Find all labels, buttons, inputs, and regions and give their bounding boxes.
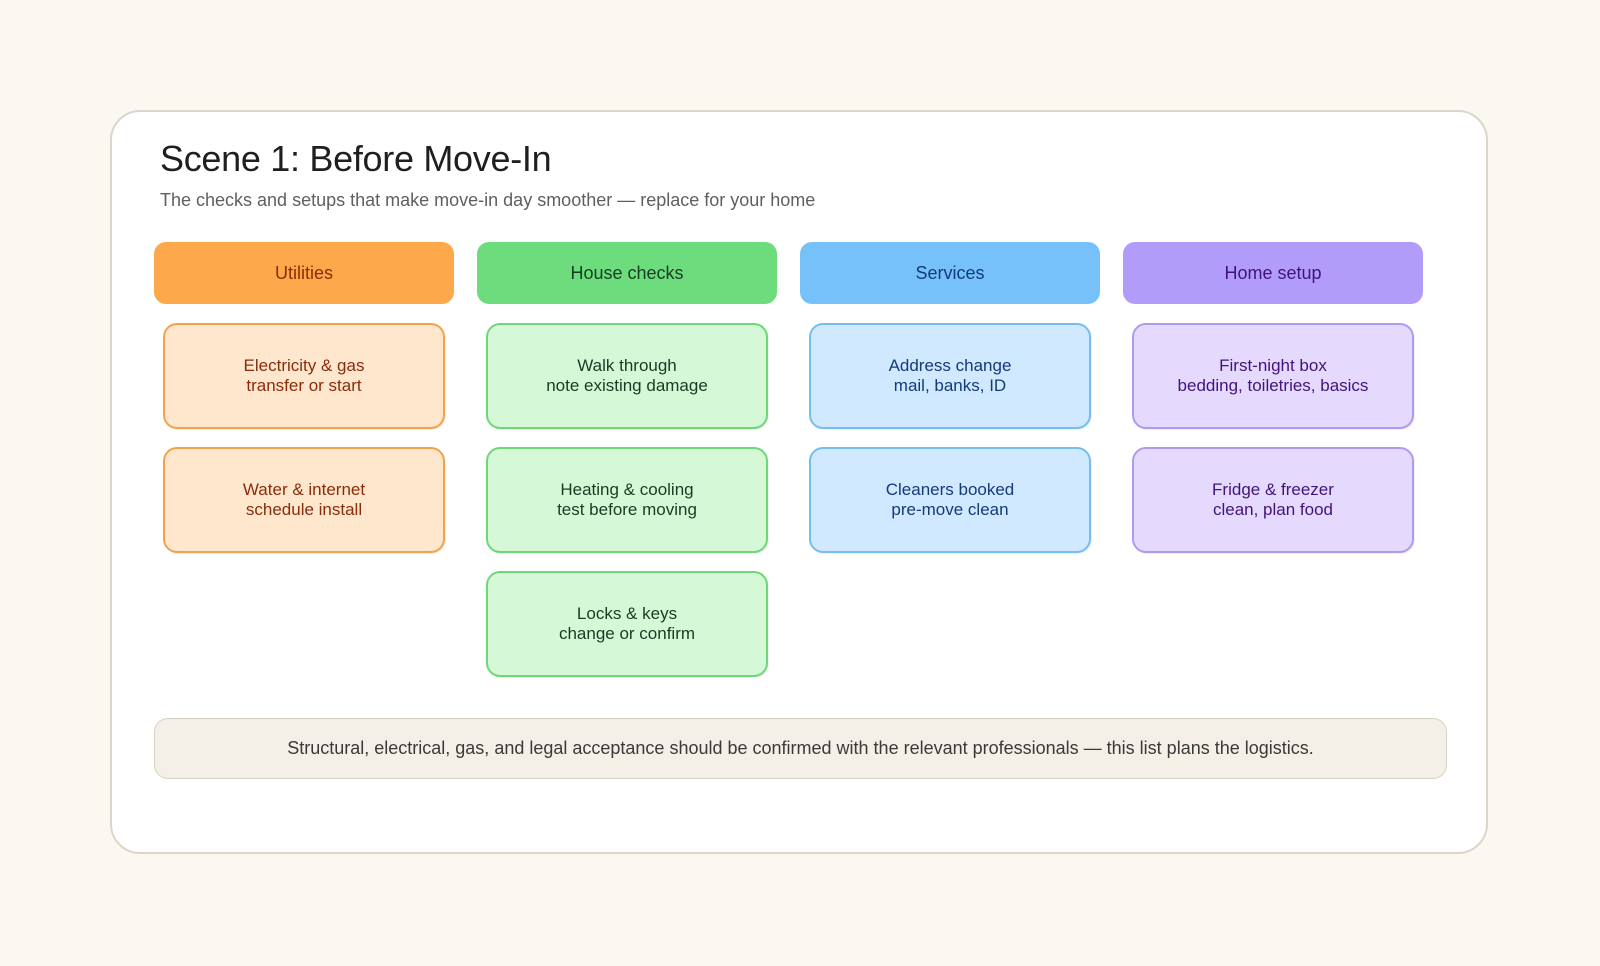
disclaimer-note: Structural, electrical, gas, and legal a…: [154, 718, 1447, 779]
card-water-internet: Water & internet schedule install: [163, 447, 445, 553]
card-electricity-gas: Electricity & gas transfer or start: [163, 323, 445, 429]
card-heating-cooling: Heating & cooling test before moving: [486, 447, 768, 553]
card-detail: mail, banks, ID: [893, 376, 1007, 395]
card-title: Locks & keys: [576, 604, 678, 623]
card-title: Water & internet: [242, 480, 366, 499]
card-detail: bedding, toiletries, basics: [1177, 376, 1369, 395]
card-title: Electricity & gas: [243, 356, 365, 375]
card-title: First-night box: [1219, 356, 1327, 375]
card-walk-through: Walk through note existing damage: [486, 323, 768, 429]
card-fridge-freezer: Fridge & freezer clean, plan food: [1132, 447, 1414, 553]
card-title: Address change: [888, 356, 1012, 375]
card-detail: pre-move clean: [891, 500, 1009, 519]
card-detail: note existing damage: [546, 376, 708, 395]
page-title: Scene 1: Before Move-In: [160, 138, 552, 179]
column-header-utilities: Utilities: [154, 242, 454, 304]
card-title: Heating & cooling: [560, 480, 694, 499]
card-title: Cleaners booked: [885, 480, 1015, 499]
card-first-night-box: First-night box bedding, toiletries, bas…: [1132, 323, 1414, 429]
card-title: Walk through: [577, 356, 677, 375]
card-detail: transfer or start: [246, 376, 362, 395]
card-address-change: Address change mail, banks, ID: [809, 323, 1091, 429]
page-subtitle: The checks and setups that make move-in …: [160, 190, 816, 210]
card-detail: clean, plan food: [1212, 500, 1334, 519]
column-header-services: Services: [800, 242, 1100, 304]
column-header-house-checks: House checks: [477, 242, 777, 304]
card-detail: test before moving: [557, 500, 697, 519]
card-detail: schedule install: [245, 500, 363, 519]
card-detail: change or confirm: [558, 624, 696, 643]
column-header-home-setup: Home setup: [1123, 242, 1423, 304]
card-locks-keys: Locks & keys change or confirm: [486, 571, 768, 677]
card-title: Fridge & freezer: [1212, 480, 1334, 499]
card-cleaners-booked: Cleaners booked pre-move clean: [809, 447, 1091, 553]
